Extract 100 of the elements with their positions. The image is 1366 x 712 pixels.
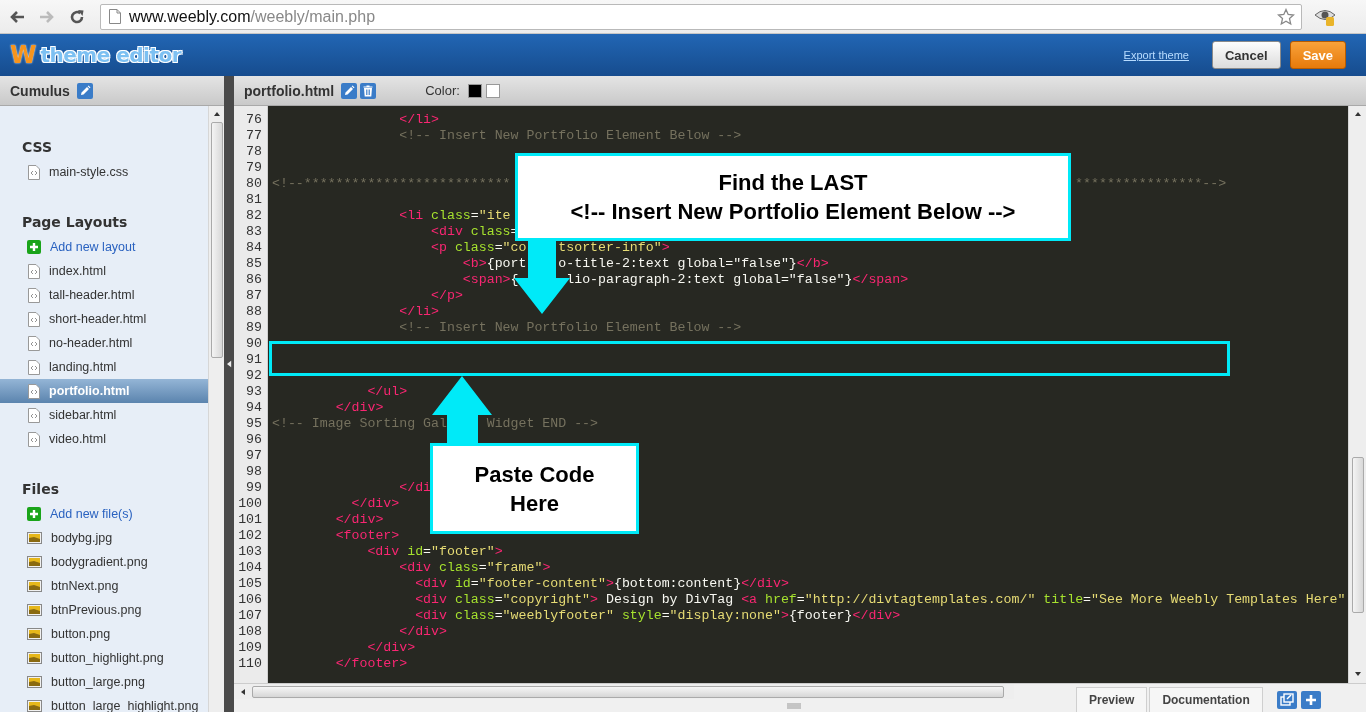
line-number: 88 xyxy=(245,304,263,320)
page-icon xyxy=(109,9,121,24)
scrollbar-thumb[interactable] xyxy=(1351,457,1364,613)
edit-button[interactable] xyxy=(76,82,93,99)
code-text: <div id="footer"> xyxy=(367,544,503,559)
scrollbar-thumb[interactable] xyxy=(252,685,1004,698)
sidebar-item[interactable]: btnNext.png xyxy=(0,574,208,598)
sidebar-item[interactable]: main-style.css xyxy=(0,160,208,184)
sidebar-item[interactable]: bodygradient.png xyxy=(0,550,208,574)
line-number: 108 xyxy=(237,624,263,640)
callout-text: Find the LAST <!-- Insert New Portfolio Element Below --> xyxy=(570,169,1016,226)
sidebar-item[interactable]: button_highlight.png xyxy=(0,646,208,670)
sidebar-item[interactable]: short-header.html xyxy=(0,307,208,331)
line-number: 97 xyxy=(245,448,263,464)
document-icon xyxy=(28,311,40,327)
line-number: 80 xyxy=(245,176,263,192)
add-link[interactable]: Add new layout xyxy=(0,235,208,259)
code-text: <!-- Image Sorting Gal xyxy=(272,416,447,431)
code-text: </div> xyxy=(335,512,384,527)
file-title: portfolio.html xyxy=(244,82,335,99)
sidebar-item[interactable]: button_large.png xyxy=(0,670,208,694)
line-number: 106 xyxy=(237,592,263,608)
app-title: theme editor xyxy=(40,43,182,67)
sidebar-item[interactable]: landing.html xyxy=(0,355,208,379)
line-number: 109 xyxy=(237,640,263,656)
code-text: <div id="footer-content">{bottom:content}</div> xyxy=(415,576,789,591)
code-area[interactable] xyxy=(268,106,1348,683)
code-text: <div class="copyright"> Design by DivTag <a href="http://divtagtemplates.com/" title="See More Weebly Templates Here" xyxy=(415,592,1346,607)
line-number: 102 xyxy=(237,528,263,544)
code-text: </div> xyxy=(367,640,416,655)
line-number: 79 xyxy=(245,160,263,176)
image-icon xyxy=(27,580,42,592)
popout-icon[interactable] xyxy=(1276,691,1297,709)
export-theme-link[interactable]: Export theme xyxy=(1123,49,1189,61)
address-bar[interactable]: www.weebly.com/weebly/main.php xyxy=(100,3,1302,30)
image-icon xyxy=(27,604,42,616)
code-text: </footer> xyxy=(335,656,408,671)
sidebar-item[interactable]: sidebar.html xyxy=(0,403,208,427)
line-number: 77 xyxy=(245,128,263,144)
resize-grip-icon[interactable] xyxy=(787,702,801,709)
line-number: 90 xyxy=(245,336,263,352)
color-label: Color: xyxy=(425,83,460,98)
scrollbar-thumb[interactable] xyxy=(210,122,223,358)
section-heading: Page Layouts xyxy=(21,213,129,232)
code-text: ****************--> xyxy=(1075,176,1227,191)
sidebar-item[interactable]: bodybg.jpg xyxy=(0,526,208,550)
line-number: 103 xyxy=(237,544,263,560)
sidebar-item[interactable]: button_large_highlight.png xyxy=(0,694,208,712)
line-number: 93 xyxy=(245,384,263,400)
section-heading: CSS xyxy=(21,138,54,157)
code-text: <footer> xyxy=(335,528,400,543)
add-link[interactable]: Add new file(s) xyxy=(0,502,208,526)
collapse-caret-icon[interactable] xyxy=(226,360,232,368)
color-swatch[interactable] xyxy=(485,83,500,98)
line-number: 89 xyxy=(245,320,263,336)
delete-button[interactable] xyxy=(360,82,377,99)
code-text: <li class="ite xyxy=(399,208,511,223)
tab[interactable]: Documentation xyxy=(1149,687,1263,712)
sidebar-item[interactable]: video.html xyxy=(0,427,208,451)
line-number: 85 xyxy=(245,256,263,272)
line-number: 107 xyxy=(237,608,263,624)
scrollbar[interactable] xyxy=(208,106,224,712)
reload-icon[interactable] xyxy=(68,7,86,26)
sidebar-item[interactable]: btnPrevious.png xyxy=(0,598,208,622)
line-number: 104 xyxy=(237,560,263,576)
logo-mark: W xyxy=(10,41,37,69)
line-number: 91 xyxy=(245,352,263,368)
sidebar-item[interactable]: index.html xyxy=(0,259,208,283)
code-text: </li> xyxy=(399,304,439,319)
code-text: </di xyxy=(399,480,432,495)
line-number: 76 xyxy=(245,112,263,128)
sidebar-item[interactable]: tall-header.html xyxy=(0,283,208,307)
tab[interactable]: Preview xyxy=(1076,687,1148,712)
line-number: 87 xyxy=(245,288,263,304)
line-number: 86 xyxy=(245,272,263,288)
line-number: 100 xyxy=(237,496,263,512)
scrollbar[interactable] xyxy=(1348,106,1366,683)
color-swatch[interactable] xyxy=(467,83,482,98)
line-number: 101 xyxy=(237,512,263,528)
document-icon xyxy=(28,287,40,303)
line-number: 95 xyxy=(245,416,263,432)
document-icon xyxy=(28,335,40,351)
line-number: 105 xyxy=(237,576,263,592)
callout-text: Paste Code Here xyxy=(474,460,595,518)
document-icon xyxy=(28,431,40,447)
code-text: <!--************************** xyxy=(272,176,511,191)
code-text: <div class="weeblyfooter" style="display:none">{footer}</div> xyxy=(415,608,901,623)
line-number: 94 xyxy=(245,400,263,416)
plus-icon[interactable] xyxy=(1300,691,1321,709)
code-text: <p class="co xyxy=(431,240,527,255)
line-number: 96 xyxy=(245,432,263,448)
cancel-button[interactable]: Cancel xyxy=(1212,41,1281,69)
sidebar-item[interactable]: no-header.html xyxy=(0,331,208,355)
line-number: 92 xyxy=(245,368,263,384)
code-text: <!-- Insert New Portfolio Element Below --> xyxy=(399,320,742,335)
code-text: lio-paragraph-2:text global="false"}</span> xyxy=(566,272,909,287)
line-number: 99 xyxy=(245,480,263,496)
star-icon[interactable] xyxy=(1277,7,1295,26)
sidebar-item[interactable]: button.png xyxy=(0,622,208,646)
edit-button[interactable] xyxy=(341,82,358,99)
